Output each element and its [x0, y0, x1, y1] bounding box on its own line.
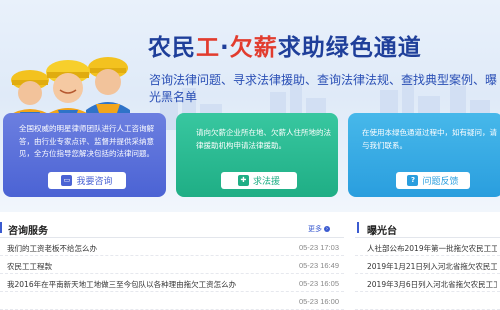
list-item-date: 05-23 16:05 [298, 279, 339, 288]
list-item-title: 2019年1月21日列入河北省拖欠农民工工资 [367, 262, 497, 271]
feedback-button[interactable]: ? 问题反馈 [396, 172, 470, 189]
more-link[interactable]: 更多 › [308, 224, 330, 234]
arrow-right-icon: › [324, 226, 330, 232]
feedback-card: 在使用本绿色通道过程中，如有疑问，请与我们联系。 ? 问题反馈 [348, 113, 500, 197]
consult-service-panel: 咨询服务 更多 › 我们的工资老板不给怎么办 05-23 17:03 农民工工程款… [0, 218, 344, 310]
consult-button[interactable]: ▭ 我要咨询 [48, 172, 126, 189]
list-item-date: 05-23 16:49 [298, 261, 339, 270]
exposure-header: 曝光台 [355, 218, 500, 238]
consult-button-label: 我要咨询 [76, 177, 113, 187]
consult-card: 全国权威的明星律师团队进行人工咨询解答，由行业专家点评、监督并提供采纳意见，全方… [3, 113, 166, 197]
list-item[interactable]: 05-23 16:00 [0, 292, 344, 310]
list-item[interactable]: 我们的工资老板不给怎么办 05-23 17:03 [0, 238, 344, 256]
legal-aid-card-text: 请向欠薪企业所在地、欠薪人住所地的法律援助机构申请法律援助。 [196, 128, 331, 150]
list-item-date: 05-23 16:00 [298, 297, 339, 306]
list-item-title: 农民工工程款 [7, 262, 52, 271]
feedback-card-text: 在使用本绿色通道过程中，如有疑问，请与我们联系。 [362, 128, 497, 150]
list-item[interactable]: 我2016年在平南新天地工地做三至今包队以各种理由拖欠工资怎么办 05-23 1… [0, 274, 344, 292]
feedback-button-label: 问题反馈 [422, 177, 459, 187]
list-item-date: 05-23 17:03 [298, 243, 339, 252]
legal-aid-card: 请向欠薪企业所在地、欠薪人住所地的法律援助机构申请法律援助。 ✚ 求法援 [176, 113, 338, 197]
banner-title: 农民工·欠薪求助绿色通道 [148, 35, 422, 61]
hero-banner: 农民工·欠薪求助绿色通道 咨询法律问题、寻求法律援助、查询法律法规、查找典型案例… [0, 0, 500, 212]
section-marker [357, 222, 359, 233]
list-item-title: 2019年3月6日列入河北省拖欠农民工工资 [367, 280, 497, 289]
legal-aid-button[interactable]: ✚ 求法援 [221, 172, 297, 189]
exposure-title: 曝光台 [367, 226, 397, 237]
banner-subtitle: 咨询法律问题、寻求法律援助、查询法律法规、查找典型案例、曝光黑名单 [149, 73, 498, 104]
list-item-title: 我们的工资老板不给怎么办 [7, 244, 97, 253]
legal-aid-button-label: 求法援 [252, 177, 280, 187]
list-item[interactable]: 2019年3月6日列入河北省拖欠农民工工资 [355, 274, 500, 292]
consult-card-text: 全国权威的明星律师团队进行人工咨询解答，由行业专家点评、监督并提供采纳意见，全方… [19, 124, 154, 158]
help-icon: ✚ [237, 175, 249, 186]
exposure-panel: 曝光台 人社部公布2019年第一批拖欠农民工工资 2019年1月21日列入河北省… [355, 218, 500, 310]
section-marker [0, 222, 2, 233]
list-item[interactable]: 2019年1月21日列入河北省拖欠农民工工资 [355, 256, 500, 274]
list-item[interactable]: 农民工工程款 05-23 16:49 [0, 256, 344, 274]
list-item[interactable] [355, 292, 500, 310]
list-item[interactable]: 人社部公布2019年第一批拖欠农民工工资 [355, 238, 500, 256]
chat-icon: ▭ [61, 175, 73, 186]
list-item-title: 人社部公布2019年第一批拖欠农民工工资 [367, 244, 497, 253]
consult-service-header: 咨询服务 更多 › [0, 218, 344, 238]
consult-service-title: 咨询服务 [8, 226, 48, 237]
list-item-title: 我2016年在平南新天地工地做三至今包队以各种理由拖欠工资怎么办 [7, 280, 237, 289]
feedback-icon: ? [407, 175, 419, 186]
page: 农民工·欠薪求助绿色通道 咨询法律问题、寻求法律援助、查询法律法规、查找典型案例… [0, 0, 500, 310]
